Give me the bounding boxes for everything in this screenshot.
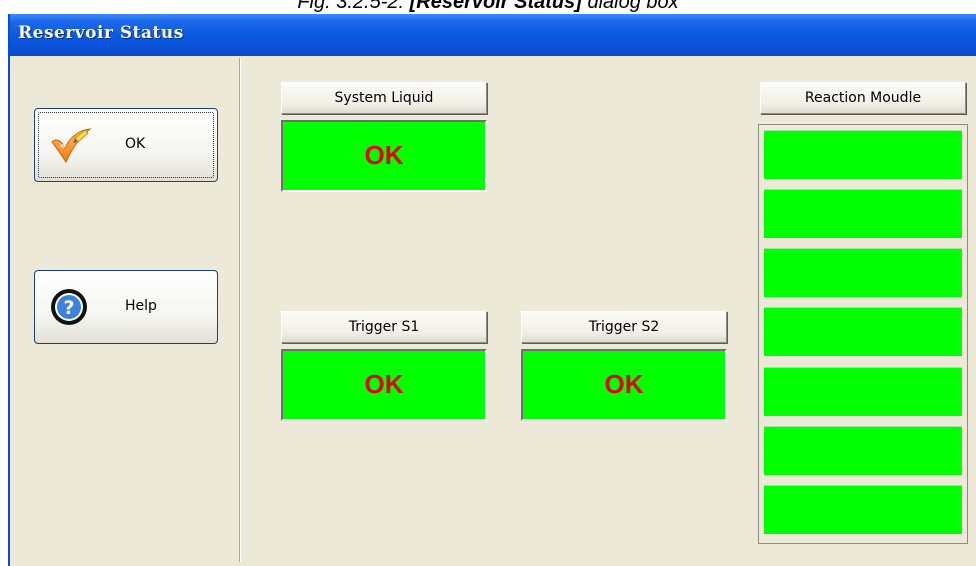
question-mark-icon: ?	[49, 286, 93, 330]
reaction-module-slot	[764, 189, 962, 238]
reaction-module-panel	[758, 124, 968, 544]
reaction-module-slot	[764, 367, 962, 416]
title-bar[interactable]: Reservoir Status	[10, 14, 976, 56]
trigger-s1-status: OK	[281, 349, 487, 421]
panel-divider	[239, 58, 240, 562]
reaction-module-slot	[764, 307, 962, 356]
reaction-module-slot	[764, 426, 962, 475]
reaction-module-slot	[764, 130, 962, 179]
caption-suffix: dialog box	[581, 0, 679, 13]
system-liquid-header-button[interactable]: System Liquid	[281, 82, 487, 114]
trigger-s2-header-button[interactable]: Trigger S2	[521, 311, 727, 343]
caption-bold: [Reservoir Status]	[409, 0, 582, 13]
ok-button[interactable]: OK	[34, 108, 218, 182]
window-title: Reservoir Status	[18, 23, 184, 43]
caption-prefix: Fig. 3.2.5-2.	[297, 0, 410, 13]
reaction-module-slot	[764, 248, 962, 297]
reaction-module-slot	[764, 485, 962, 534]
svg-text:?: ?	[63, 297, 74, 319]
reaction-module-header-button[interactable]: Reaction Moudle	[760, 82, 966, 114]
system-liquid-status: OK	[281, 120, 487, 192]
trigger-s2-status: OK	[521, 349, 727, 421]
help-button-label: Help	[125, 298, 157, 314]
help-button[interactable]: ? Help	[34, 270, 218, 344]
checkmark-pencil-icon	[49, 124, 93, 168]
trigger-s1-header-button[interactable]: Trigger S1	[281, 311, 487, 343]
ok-button-label: OK	[125, 136, 146, 152]
reservoir-status-dialog: Reservoir Status OK ? Help System Liquid…	[8, 14, 976, 566]
figure-caption: Fig. 3.2.5-2. [Reservoir Status] dialog …	[0, 0, 976, 14]
